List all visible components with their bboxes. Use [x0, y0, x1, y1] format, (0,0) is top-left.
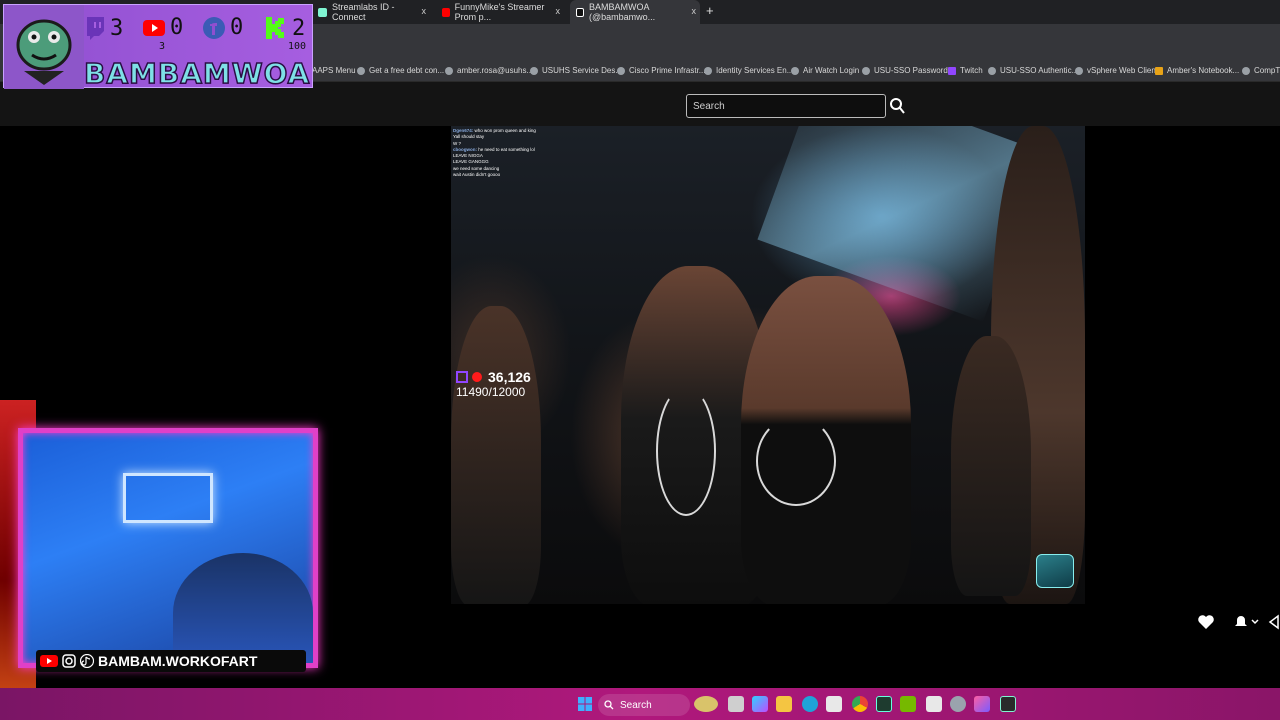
video-player[interactable]: [451, 126, 1085, 604]
channel-name: BAMBAMWOA: [83, 56, 311, 91]
close-tab-icon[interactable]: x: [692, 6, 697, 16]
bookmark-item[interactable]: USU-SSO Password...: [862, 66, 954, 75]
chat-overlay: Dgen674: who won prom queen and king Yal…: [453, 128, 563, 178]
share-icon[interactable]: [1268, 612, 1280, 632]
twitch-icon: [87, 17, 104, 40]
bookmark-item[interactable]: CompTIA: [1242, 66, 1280, 75]
tab-label: BAMBAMWOA (@bambamwo...: [589, 2, 656, 22]
store-icon[interactable]: [826, 696, 842, 712]
bookmark-icon: [1155, 66, 1163, 75]
bookmark-item[interactable]: Cisco Prime Infrastr...: [617, 66, 705, 75]
tab-label: Streamlabs ID - Connect: [331, 2, 395, 22]
webcam-screen-glow: [123, 473, 213, 523]
taskbar-search[interactable]: Search: [598, 694, 690, 716]
bell-icon[interactable]: [1230, 612, 1260, 632]
social-handle-bar: BAMBAM.WORKOFART: [36, 650, 306, 672]
chrome-icon[interactable]: [852, 696, 868, 712]
streamlabs-icon: [318, 7, 327, 17]
stream-stats-overlay: 3 0 3 0 2 100 BAMBAMWOA: [3, 4, 313, 91]
youtube-icon: [442, 7, 450, 17]
settings-icon[interactable]: [950, 696, 966, 712]
chat-line: wait Austin didn't goooo: [453, 172, 501, 178]
streamlabs-icon[interactable]: [1000, 696, 1016, 712]
tab-streamlabs[interactable]: Streamlabs ID - Connect x: [312, 0, 430, 24]
frog-mascot-icon: [16, 19, 72, 85]
bookmark-icon: [1242, 66, 1250, 75]
social-handle: BAMBAM.WORKOFART: [98, 653, 258, 669]
edge-icon[interactable]: [802, 696, 818, 712]
instagram-icon: [62, 654, 76, 668]
live-dot-icon: [472, 372, 482, 382]
file-explorer-icon[interactable]: [776, 696, 792, 712]
bookmark-icon: [357, 66, 365, 75]
youtube-icon: [40, 655, 58, 667]
viewer-count: 36,126: [488, 369, 531, 385]
kick-sub-count: 100: [288, 41, 307, 52]
task-view-icon[interactable]: [728, 696, 744, 712]
chain-necklace: [756, 416, 836, 506]
youtube-sub-count: 3: [159, 41, 166, 52]
bookmark-item[interactable]: Amber's Notebook...: [1155, 66, 1239, 75]
viewer-counter: 36,126: [456, 369, 531, 385]
calculator-icon[interactable]: [926, 696, 942, 712]
bookmark-icon: [1075, 66, 1083, 75]
bookmark-item[interactable]: AAPS Menu: [312, 66, 356, 75]
new-tab-button[interactable]: +: [706, 3, 714, 18]
magnifier-icon[interactable]: [888, 96, 906, 116]
channel-watermark-logo: [1036, 554, 1074, 588]
close-tab-icon[interactable]: x: [556, 6, 561, 16]
tab-bambamwoa[interactable]: BAMBAMWOA (@bambamwo... x: [570, 0, 700, 24]
bookmark-icon: [704, 66, 712, 75]
heart-icon[interactable]: [1196, 612, 1216, 632]
frog-mascot-avatar: [4, 5, 84, 89]
crowd-person: [951, 336, 1031, 596]
bookmark-item[interactable]: USUHS Service Des...: [530, 66, 622, 75]
goal-progress: 11490/12000: [456, 385, 526, 399]
cloud-app-icon[interactable]: [974, 696, 990, 712]
app-icon[interactable]: [876, 696, 892, 712]
weather-icon[interactable]: [694, 696, 718, 712]
bookmark-item[interactable]: amber.rosa@usuhs...: [445, 66, 533, 75]
twitch-stat: 3: [84, 15, 123, 41]
nvidia-icon[interactable]: [900, 696, 916, 712]
close-tab-icon[interactable]: x: [422, 6, 427, 16]
youtube-icon: [143, 19, 165, 36]
bookmark-icon: [530, 66, 538, 75]
tiktok-icon: [576, 7, 585, 17]
magnifier-icon: [604, 700, 614, 710]
bookmark-item[interactable]: Get a free debt con...: [357, 66, 444, 75]
chain-necklace: [656, 386, 716, 516]
bookmark-item[interactable]: Identity Services En...: [704, 66, 793, 75]
search-input[interactable]: [686, 94, 886, 118]
youtube-stat: 0: [142, 15, 183, 40]
kick-stat: 2: [264, 15, 305, 41]
crowd-person: [451, 306, 541, 604]
bookmark-icon: [791, 66, 799, 75]
bookmark-icon: [617, 66, 625, 75]
tab-label: FunnyMike's Streamer Prom p...: [454, 2, 545, 22]
screen: Streamlabs ID - Connect x FunnyMike's St…: [0, 0, 1280, 720]
facebook-icon: [203, 16, 225, 39]
twitch-icon: [948, 66, 956, 75]
bookmark-icon: [445, 66, 453, 75]
bookmark-item[interactable]: USU-SSO Authentic...: [988, 66, 1078, 75]
tiktok-icon: [80, 654, 94, 668]
facebook-stat: 0: [202, 15, 243, 40]
tab-funnymike[interactable]: FunnyMike's Streamer Prom p... x: [436, 0, 564, 24]
bookmark-icon: [862, 66, 870, 75]
webcam-frame: [18, 428, 318, 668]
windows-start-icon[interactable]: [578, 697, 592, 711]
bookmark-item[interactable]: vSphere Web Client: [1075, 66, 1158, 75]
kick-icon: [266, 17, 284, 39]
twitch-icon: [456, 371, 468, 383]
webcam-overlay: [4, 420, 320, 684]
copilot-icon[interactable]: [752, 696, 768, 712]
bookmark-icon: [988, 66, 996, 75]
bookmark-item[interactable]: Twitch: [948, 66, 983, 75]
bookmark-item[interactable]: Air Watch Login: [791, 66, 859, 75]
